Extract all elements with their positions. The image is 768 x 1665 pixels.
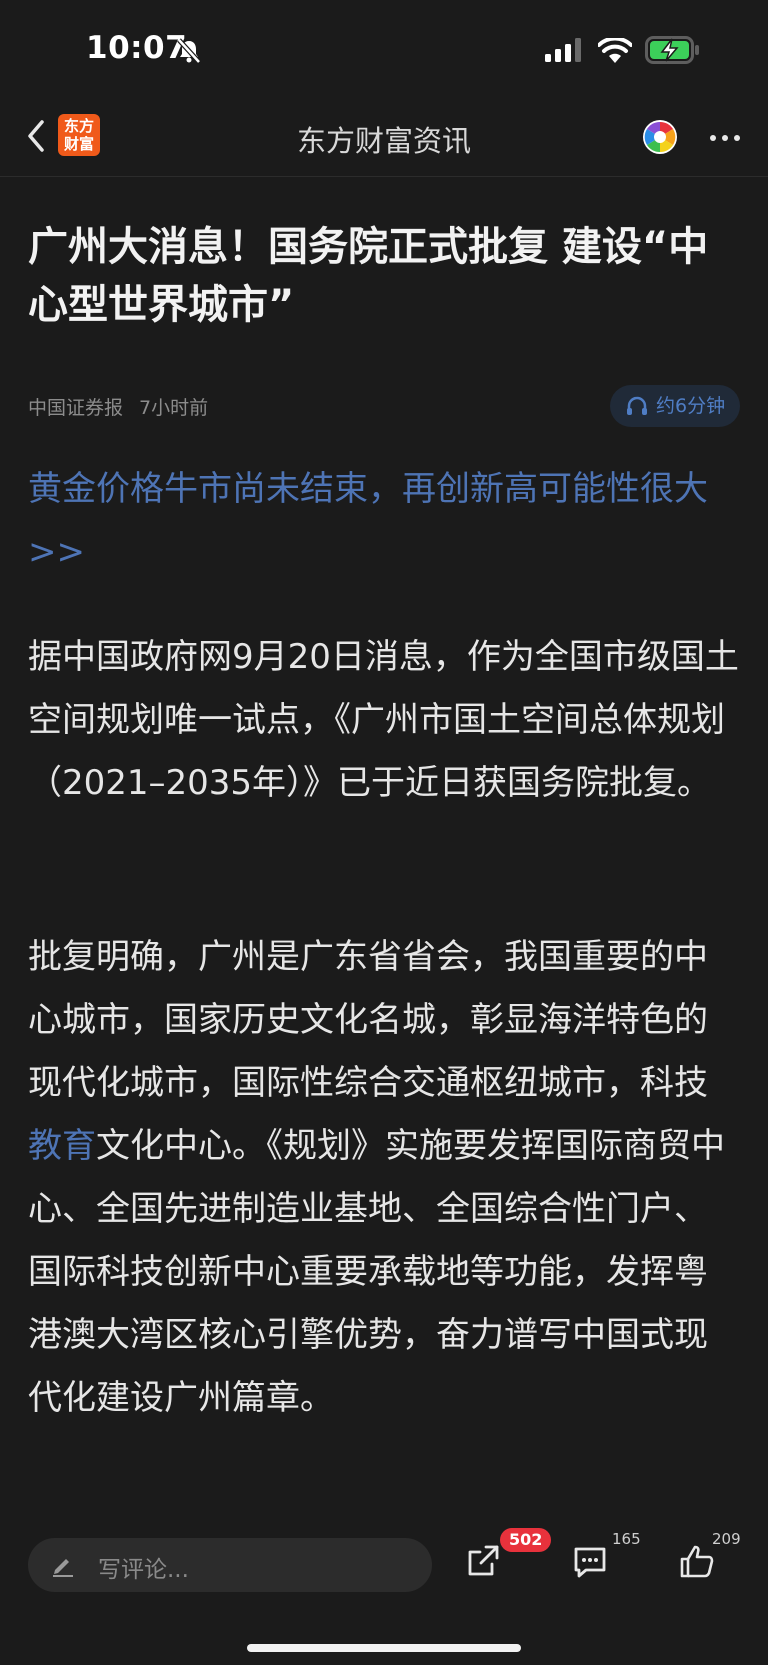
share-count-badge: 502	[500, 1528, 552, 1552]
paragraph-1: 据中国政府网9月20日消息，作为全国市级国土空间规划唯一试点，《广州市国土空间总…	[28, 637, 739, 803]
comment-placeholder: 写评论...	[98, 1557, 189, 1583]
headphones-icon	[627, 396, 647, 415]
comment-bubble-icon[interactable]	[572, 1544, 608, 1580]
article-source[interactable]: 中国证券报	[28, 397, 123, 419]
keyword-link-education[interactable]: 教育	[28, 1126, 96, 1166]
paragraph-2: 批复明确，广州是广东省省会，我国重要的中心城市，国家历史文化名城，彰显海洋特色的…	[28, 926, 740, 1430]
battery-charging-icon	[645, 36, 699, 64]
promo-link[interactable]: 黄金价格牛市尚未结束，再创新高可能性很大>>	[28, 458, 740, 584]
pen-icon	[53, 1559, 73, 1577]
listen-audio-button[interactable]: 约6分钟	[610, 385, 740, 427]
color-wheel-icon[interactable]	[642, 119, 678, 155]
article-meta: 中国证券报 7小时前	[28, 393, 208, 420]
home-indicator[interactable]	[247, 1644, 521, 1652]
nav-bar: 东方财富 东方财富资讯	[0, 100, 768, 177]
comment-input[interactable]: 写评论...	[28, 1538, 432, 1592]
like-count: 209	[712, 1530, 741, 1548]
audio-duration: 约6分钟	[656, 395, 726, 417]
article-time: 7小时前	[139, 397, 209, 419]
cellular-signal-icon	[545, 38, 581, 62]
comment-count: 165	[612, 1530, 641, 1548]
paragraph-2-text-b: 文化中心。《规划》实施要发挥国际商贸中心、全国先进制造业基地、全国综合性门户、国…	[28, 1126, 725, 1418]
paragraph-2-text-a: 批复明确，广州是广东省省会，我国重要的中心城市，国家历史文化名城，彰显海洋特色的…	[28, 937, 708, 1103]
article-headline: 广州大消息！国务院正式批复 建设“中心型世界城市”	[28, 224, 709, 328]
more-options-icon[interactable]	[705, 128, 745, 148]
status-bar: 10:07	[0, 0, 768, 100]
status-time: 10:07	[86, 30, 188, 66]
wifi-icon	[598, 38, 632, 63]
silent-bell-icon	[177, 38, 201, 64]
share-icon[interactable]	[466, 1544, 500, 1578]
like-thumb-icon[interactable]	[679, 1544, 715, 1580]
